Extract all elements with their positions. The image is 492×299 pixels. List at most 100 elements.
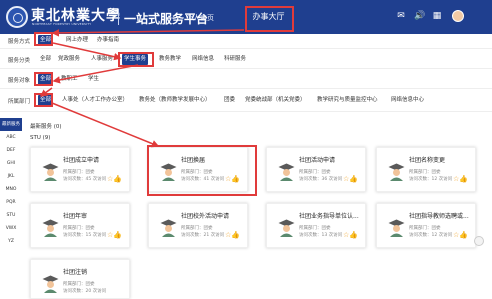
category-chip-hr[interactable]: 人事服务	[89, 54, 115, 65]
card-visits: 访问次数：45 次访问	[63, 177, 107, 182]
filter-row-dept: 所属部门 全部 人事处（人才工作办公室） 教务处（教师教学发展中心） 团委 党委…	[0, 93, 492, 108]
sidebar-item-pqr[interactable]: PQR	[0, 196, 22, 209]
header-divider	[118, 9, 119, 25]
graduate-icon	[278, 219, 295, 237]
card-visits: 访问次数：15 次访问	[63, 233, 107, 238]
filter-row-category: 服务分类 全部 党政服务 人事服务 学生事务 教务教学 网络信息 科研服务	[0, 52, 492, 67]
thumb-up-icon[interactable]: 👍	[231, 231, 240, 239]
thumb-up-icon[interactable]: 👍	[113, 175, 122, 183]
thumb-up-icon[interactable]: 👍	[459, 231, 468, 239]
card-dept: 所属部门：团委	[409, 170, 441, 175]
message-icon[interactable]: ✉	[396, 11, 406, 21]
graduate-icon	[278, 163, 295, 181]
card-dept: 所属部门：团委	[63, 226, 95, 231]
card-title: 社团指导教师选聘或...	[409, 213, 469, 220]
thumb-up-icon[interactable]: 👍	[459, 175, 468, 183]
category-chip-all[interactable]: 全部	[38, 54, 53, 65]
filter-divider	[0, 88, 492, 89]
card-title: 社团成立申请	[63, 157, 100, 164]
filter-label-category: 服务分类	[8, 58, 31, 64]
service-card[interactable]: 社团成立申请 所属部门：团委 访问次数：45 次访问 ☆👍	[30, 147, 130, 192]
dept-chip-united-front[interactable]: 党委统战部（机关党委）	[243, 95, 308, 106]
card-dept: 所属部门：团委	[181, 226, 213, 231]
card-visits: 访问次数：12 次访问	[409, 233, 453, 238]
filter-divider	[0, 111, 492, 112]
card-dept: 所属部门：团委	[63, 170, 95, 175]
category-chip-research[interactable]: 科研服务	[222, 54, 248, 65]
sidebar-item-yz[interactable]: YZ	[0, 235, 22, 248]
graduate-icon	[388, 163, 405, 181]
filter-divider	[0, 48, 492, 49]
dept-chip-quality-center[interactable]: 教学研究与质量监控中心	[315, 95, 380, 106]
dept-all-highlight	[34, 93, 53, 107]
sidebar-item-def[interactable]: DEF	[0, 144, 22, 157]
filter-row-method: 服务方式 全部 网上办理 办事指南	[0, 33, 492, 48]
thumb-up-icon[interactable]: 👍	[349, 175, 358, 183]
volume-icon[interactable]: 🔊	[414, 11, 425, 21]
dept-chip-academic-affairs[interactable]: 教务处（教师教学发展中心）	[137, 95, 213, 106]
stu-section-title: STU (9)	[30, 135, 51, 141]
filter-divider	[0, 68, 492, 69]
service-card[interactable]: 社团名称变更 所属部门：团委 访问次数：12 次访问 ☆👍	[376, 147, 476, 192]
graduate-icon	[42, 163, 59, 181]
object-chip-student[interactable]: 学生	[86, 74, 101, 85]
thumb-up-icon[interactable]: 👍	[113, 231, 122, 239]
method-all-highlight	[34, 32, 53, 46]
grid-icon[interactable]: ▦	[432, 11, 442, 21]
card-title: 社团年审	[63, 213, 88, 220]
service-card[interactable]: 社团指导教师选聘或... 所属部门：团委 访问次数：12 次访问 ☆👍	[376, 203, 476, 248]
nav-home-link[interactable]: 个人主页	[186, 13, 214, 23]
card-dept: 所属部门：团委	[409, 226, 441, 231]
object-chip-staff[interactable]: 教职工	[59, 74, 80, 85]
card-title: 社团业务指导单位认...	[299, 213, 359, 220]
category-chip-teaching[interactable]: 教务教学	[157, 54, 183, 65]
sidebar-item-stu[interactable]: STU	[0, 209, 22, 222]
method-chip-guide[interactable]: 办事指南	[95, 35, 121, 46]
dept-chip-hr-office[interactable]: 人事处（人才工作办公室）	[60, 95, 130, 106]
card-title: 社团名称变更	[409, 157, 446, 164]
filter-label-method: 服务方式	[8, 39, 31, 45]
dept-chip-youth-league[interactable]: 团委	[222, 95, 237, 106]
filter-row-object: 服务对象 全部 教职工 学生	[0, 72, 492, 87]
card-dept: 所属部门：团委	[299, 226, 331, 231]
latest-services-title: 最新服务 (0)	[30, 124, 62, 130]
service-card[interactable]: 社团年审 所属部门：团委 访问次数：15 次访问 ☆👍	[30, 203, 130, 248]
sidebar-item-jkl[interactable]: JKL	[0, 170, 22, 183]
card-visits: 访问次数：12 次访问	[409, 177, 453, 182]
card-title: 社团注销	[63, 269, 88, 276]
dept-chip-network-center[interactable]: 网络信息中心	[389, 95, 426, 106]
top-header: 東北林業大學 NORTHEAST FORESTRY UNIVERSITY 一站式…	[0, 0, 492, 34]
graduate-icon	[160, 219, 177, 237]
category-chip-party[interactable]: 党政服务	[56, 54, 82, 65]
filter-label-object: 服务对象	[8, 78, 31, 84]
card-title: 社团校外活动申请	[181, 213, 230, 220]
sidebar-item-abc[interactable]: ABC	[0, 131, 22, 144]
object-all-highlight	[34, 72, 53, 86]
card-visits: 访问次数：36 次访问	[299, 177, 343, 182]
service-card[interactable]: 社团业务指导单位认... 所属部门：团委 访问次数：13 次访问 ☆👍	[266, 203, 366, 248]
chat-bubble-icon[interactable]	[474, 236, 484, 246]
sidebar-item-vwx[interactable]: VWX	[0, 222, 22, 235]
sidebar-item-ghi[interactable]: GHI	[0, 157, 22, 170]
card-visits: 访问次数：13 次访问	[299, 233, 343, 238]
sidebar-item-latest[interactable]: 最新服务	[0, 118, 22, 131]
graduate-icon	[42, 219, 59, 237]
thumb-up-icon[interactable]: 👍	[349, 231, 358, 239]
graduate-icon	[388, 219, 405, 237]
card-dept: 所属部门：团委	[63, 282, 95, 287]
card-highlight	[147, 145, 257, 196]
alpha-sidebar: 最新服务 ABC DEF GHI JKL MNO PQR STU VWX YZ	[0, 118, 22, 248]
university-logo-icon[interactable]	[6, 6, 28, 28]
card-visits: 访问次数：21 次访问	[181, 233, 225, 238]
avatar[interactable]	[452, 10, 464, 22]
graduate-icon	[42, 275, 59, 293]
card-dept: 所属部门：团委	[299, 170, 331, 175]
service-card[interactable]: 社团校外活动申请 所属部门：团委 访问次数：21 次访问 ☆👍	[148, 203, 248, 248]
method-chip-online[interactable]: 网上办理	[64, 35, 90, 46]
service-card[interactable]: 社团活动申请 所属部门：团委 访问次数：36 次访问 ☆👍	[266, 147, 366, 192]
filter-label-dept: 所属部门	[8, 99, 31, 105]
category-chip-network[interactable]: 网络信息	[190, 54, 216, 65]
service-card[interactable]: 社团注销 所属部门：团委 访问次数：20 次访问	[30, 259, 130, 299]
card-title: 社团活动申请	[299, 157, 336, 164]
sidebar-item-mno[interactable]: MNO	[0, 183, 22, 196]
